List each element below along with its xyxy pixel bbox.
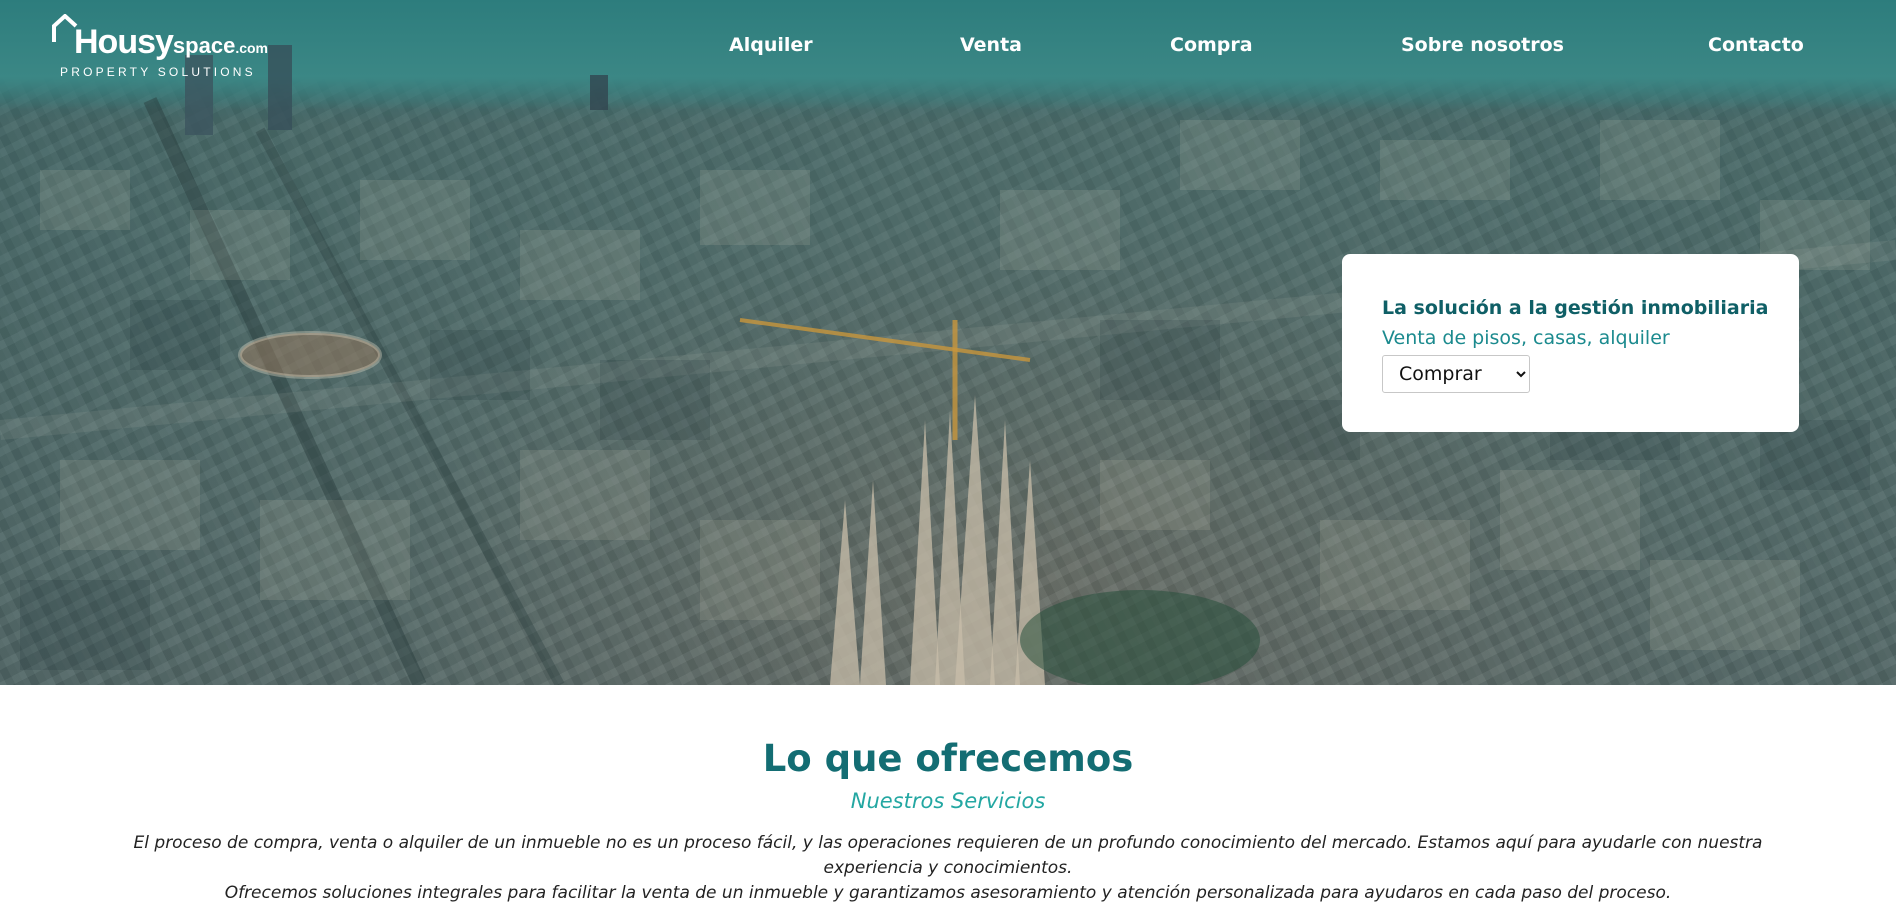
- services-subheading: Nuestros Servicios: [850, 789, 1046, 813]
- search-card-subtitle: Venta de pisos, casas, alquiler: [1382, 327, 1670, 349]
- operation-select[interactable]: Comprar: [1382, 355, 1530, 393]
- services-paragraph-line-1: El proceso de compra, venta o alquiler d…: [133, 833, 1763, 853]
- search-card-title: La solución a la gestión inmobiliaria: [1382, 297, 1769, 319]
- services-section: Lo que ofrecemos Nuestros Servicios El p…: [0, 685, 1896, 910]
- nav-item-contacto[interactable]: Contacto: [1708, 30, 1804, 60]
- nav-item-sobre-nosotros[interactable]: Sobre nosotros: [1401, 30, 1564, 60]
- main-nav: Alquiler Venta Compra Sobre nosotros Con…: [0, 30, 1896, 60]
- logo-tagline: PROPERTY SOLUTIONS: [60, 65, 256, 79]
- search-card: La solución a la gestión inmobiliaria Ve…: [1342, 254, 1799, 432]
- nav-item-compra[interactable]: Compra: [1170, 30, 1253, 60]
- services-paragraph-line-3: Ofrecemos soluciones integrales para fac…: [224, 883, 1672, 903]
- nav-item-venta[interactable]: Venta: [960, 30, 1022, 60]
- nav-item-alquiler[interactable]: Alquiler: [729, 30, 813, 60]
- services-paragraph-line-2: experiencia y conocimientos.: [823, 858, 1073, 878]
- services-heading: Lo que ofrecemos: [762, 737, 1134, 780]
